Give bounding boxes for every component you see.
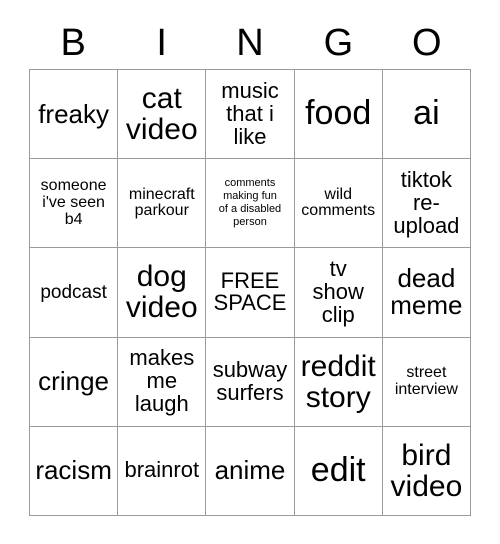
bingo-cell-label: reddit story bbox=[300, 349, 376, 414]
bingo-cell-label: ai bbox=[413, 94, 440, 133]
bingo-cell[interactable]: street interview bbox=[382, 337, 471, 427]
bingo-card: B I N G O freaky cat video music that i … bbox=[0, 0, 500, 544]
bingo-cell-label: subway surfers bbox=[212, 356, 288, 405]
bingo-cell-label: tiktok re- upload bbox=[393, 166, 460, 238]
bingo-cell-label: tv show clip bbox=[312, 256, 364, 327]
bingo-cell-label: bird video bbox=[390, 438, 463, 503]
bingo-cell[interactable]: reddit story bbox=[294, 337, 383, 427]
bingo-cell[interactable]: music that i like bbox=[206, 70, 295, 160]
bingo-cell-label: food bbox=[305, 94, 372, 133]
bingo-cell-label: makes me laugh bbox=[129, 345, 195, 417]
bingo-cell-label: edit bbox=[310, 451, 366, 490]
bingo-cell-label: FREE SPACE bbox=[213, 267, 287, 316]
bingo-header-row: B I N G O bbox=[29, 18, 471, 68]
bingo-cell[interactable]: dead meme bbox=[382, 248, 471, 338]
bingo-cell[interactable]: cringe bbox=[30, 337, 119, 427]
bingo-cell-label: cringe bbox=[38, 366, 109, 397]
bingo-cell[interactable]: food bbox=[294, 70, 383, 160]
bingo-cell-label: minecraft parkour bbox=[128, 185, 195, 220]
bingo-cell[interactable]: dog video bbox=[118, 248, 207, 338]
bingo-cell-label: podcast bbox=[40, 281, 107, 303]
bingo-cell-label: cat video bbox=[125, 81, 198, 147]
bingo-header-letter-o: O bbox=[412, 22, 442, 64]
bingo-cell[interactable]: anime bbox=[206, 426, 295, 516]
bingo-cell-label: anime bbox=[214, 455, 286, 486]
bingo-cell[interactable]: bird video bbox=[382, 426, 471, 516]
bingo-cell[interactable]: tiktok re- upload bbox=[382, 159, 471, 249]
bingo-header-letter-n: N bbox=[236, 22, 264, 64]
bingo-cell[interactable]: subway surfers bbox=[206, 337, 295, 427]
bingo-cell-label: freaky bbox=[38, 98, 109, 129]
bingo-cell-label: music that i like bbox=[221, 77, 279, 149]
bingo-cell-label: dog video bbox=[125, 260, 198, 325]
bingo-cell-label: comments making fun of a disabled person bbox=[218, 177, 282, 229]
bingo-cell[interactable]: tv show clip bbox=[294, 248, 383, 338]
bingo-cell-free-space[interactable]: FREE SPACE bbox=[206, 248, 295, 338]
bingo-cell-label: brainrot bbox=[124, 457, 200, 483]
bingo-cell-label: wild comments bbox=[301, 185, 376, 220]
bingo-cell-label: someone i've seen b4 bbox=[40, 177, 107, 228]
bingo-cell[interactable]: minecraft parkour bbox=[118, 159, 207, 249]
bingo-cell[interactable]: someone i've seen b4 bbox=[30, 159, 119, 249]
bingo-header-letter-i: I bbox=[156, 22, 167, 64]
bingo-cell[interactable]: ai bbox=[382, 70, 471, 160]
bingo-cell-label: street interview bbox=[394, 364, 458, 398]
bingo-cell[interactable]: freaky bbox=[30, 70, 119, 160]
bingo-header-letter-g: G bbox=[323, 22, 354, 64]
bingo-grid: freaky cat video music that i like food … bbox=[29, 69, 471, 516]
bingo-cell[interactable]: brainrot bbox=[118, 426, 207, 516]
bingo-header-letter-b: B bbox=[60, 22, 86, 64]
bingo-cell[interactable]: makes me laugh bbox=[118, 337, 207, 427]
bingo-cell[interactable]: edit bbox=[294, 426, 383, 516]
bingo-cell-label: dead meme bbox=[390, 263, 463, 321]
bingo-cell[interactable]: wild comments bbox=[294, 159, 383, 249]
bingo-cell[interactable]: cat video bbox=[118, 70, 207, 160]
bingo-cell[interactable]: racism bbox=[30, 426, 119, 516]
bingo-cell-label: racism bbox=[35, 455, 112, 486]
bingo-cell[interactable]: podcast bbox=[30, 248, 119, 338]
bingo-cell[interactable]: comments making fun of a disabled person bbox=[206, 159, 295, 249]
